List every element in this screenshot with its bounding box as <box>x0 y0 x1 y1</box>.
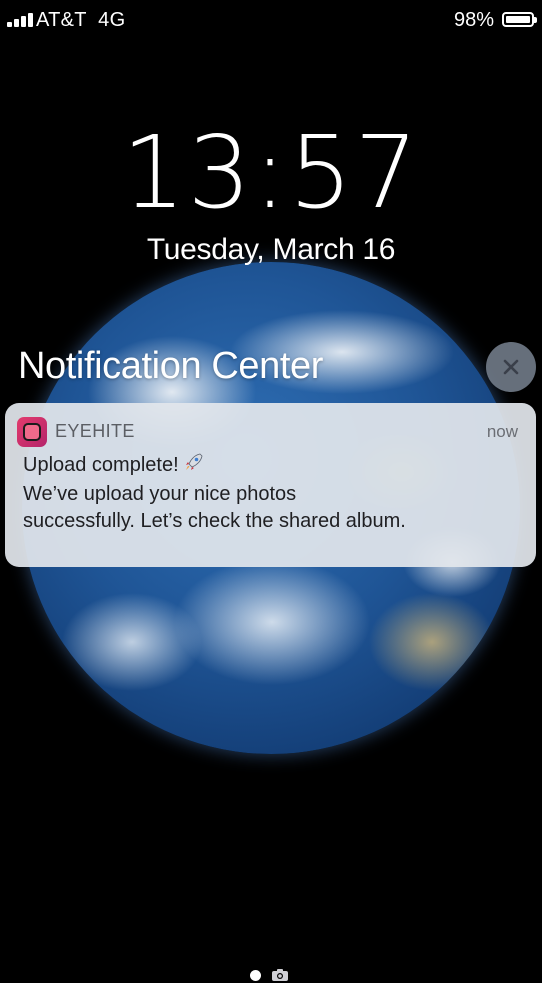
clear-notifications-button[interactable] <box>486 342 536 392</box>
notification-message-line: successfully. Let’s check the shared alb… <box>23 510 406 532</box>
signal-strength-icon <box>7 13 33 27</box>
notification-time: now <box>486 422 518 441</box>
carrier-label: AT&T 4G <box>36 9 126 31</box>
page-dot-icon[interactable] <box>250 969 261 981</box>
battery-fill <box>506 16 530 23</box>
app-icon-glyph <box>23 423 41 441</box>
rocket-icon <box>183 451 205 481</box>
notification-line: Upload complete! <box>23 451 523 481</box>
app-icon <box>17 417 47 447</box>
page-indicator <box>250 968 289 982</box>
camera-icon[interactable] <box>271 968 289 982</box>
status-bar: AT&T 4G 98% <box>0 0 542 40</box>
lock-screen-time: 13:57 <box>121 114 421 231</box>
battery-percent: 98% <box>453 9 494 31</box>
notification-card[interactable]: EYEHITE now Upload complete! We’ve uploa… <box>5 403 536 567</box>
lock-screen-date: Tuesday, March 16 <box>146 233 396 266</box>
notification-message-line: We’ve upload your nice photos <box>23 483 297 505</box>
notification-app-name: EYEHITE <box>55 421 135 441</box>
battery-nub <box>534 17 537 23</box>
close-icon <box>503 359 519 375</box>
notification-body: Upload complete! We’ve upload your nice … <box>23 451 523 535</box>
battery-icon <box>502 12 537 27</box>
notification-headline: Upload complete! <box>23 454 179 476</box>
notification-center-title: Notification Center <box>18 345 323 387</box>
